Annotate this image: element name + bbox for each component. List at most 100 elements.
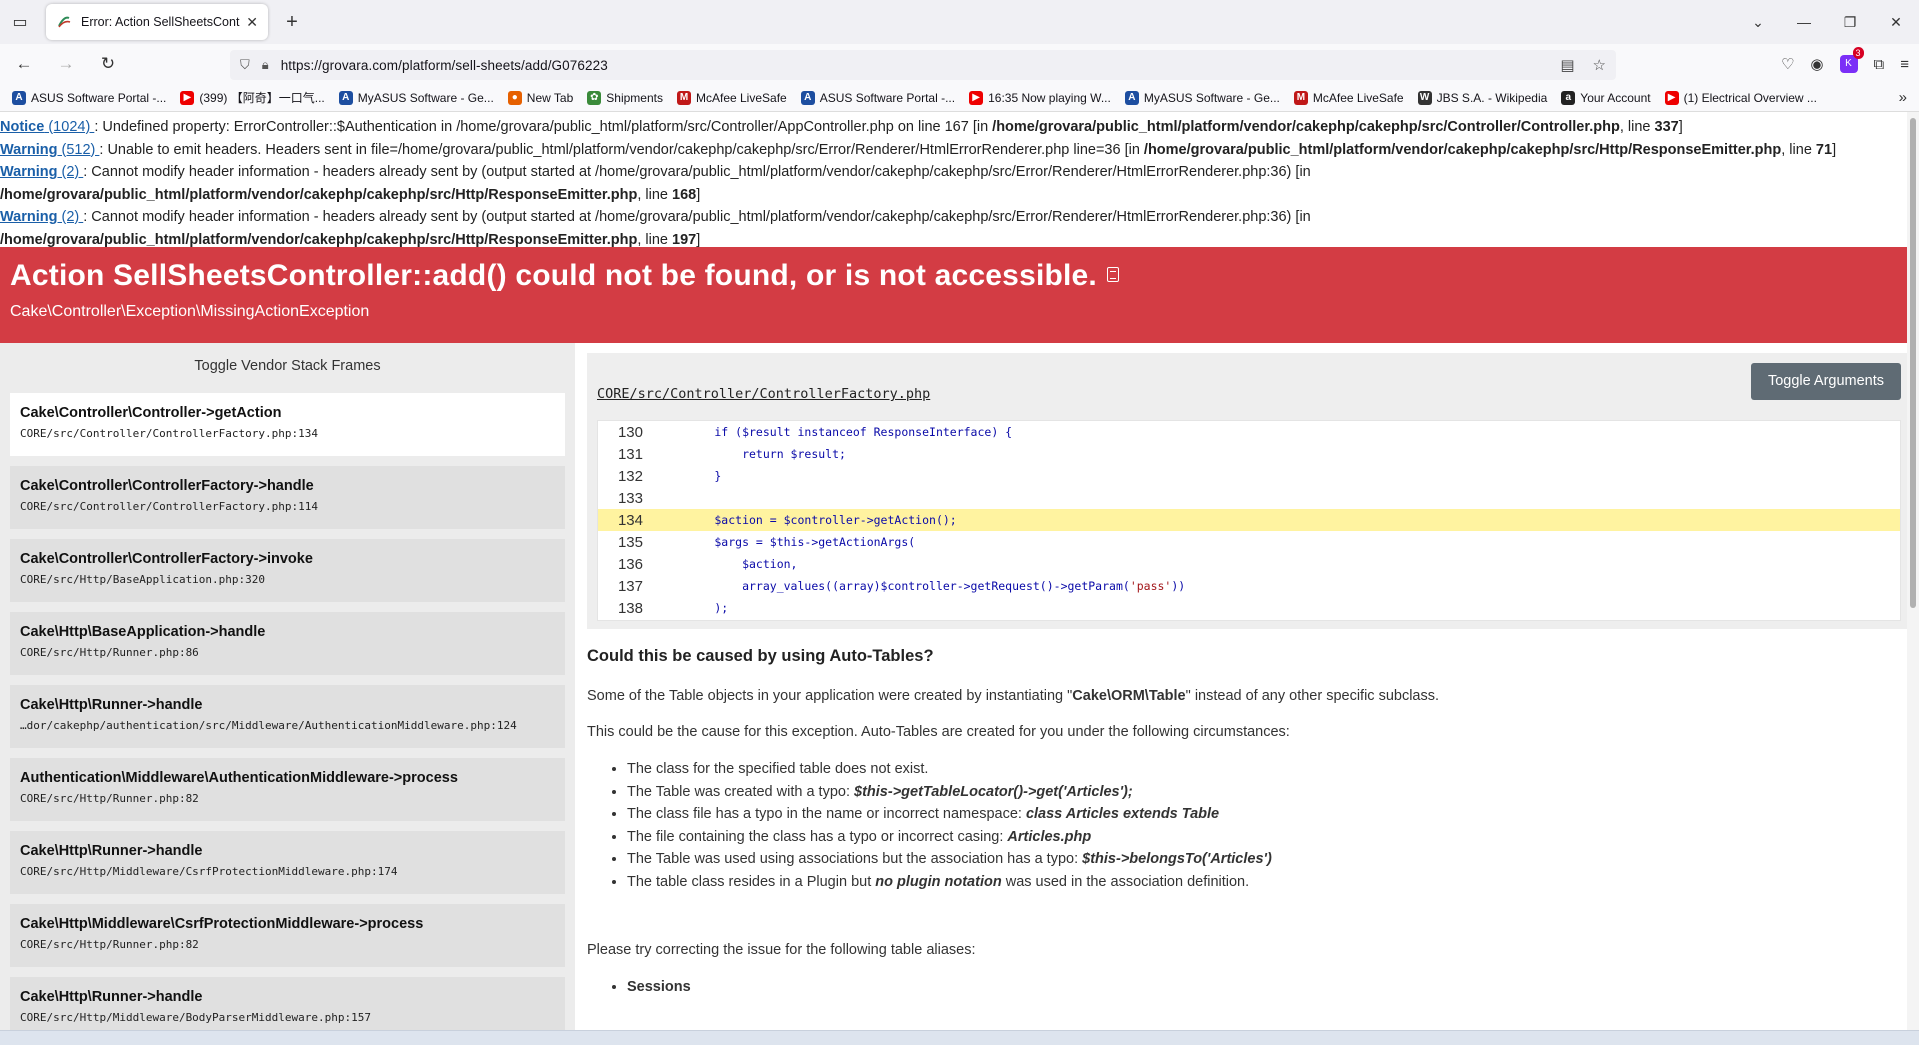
youtube-icon: ▶ (1664, 90, 1679, 105)
stack-frame-name: Cake\Http\Runner->handle (20, 843, 203, 859)
bookmark-item[interactable]: ✿ Shipments (587, 90, 663, 105)
notice-type: Warning (0, 164, 58, 180)
code-excerpt-panel: CORE/src/Controller/ControllerFactory.ph… (587, 353, 1907, 629)
page-scrollbar[interactable] (1907, 112, 1919, 1030)
extensions-puzzle-icon[interactable]: ⧉ (1874, 56, 1885, 73)
bookmark-item[interactable]: M McAfee LiveSafe (1293, 90, 1404, 105)
table-alias: Sessions (627, 976, 1887, 999)
stack-frame[interactable]: Cake\Http\Runner->handle CORE/src/Http/Mi… (10, 831, 565, 894)
close-window-icon[interactable]: ✕ (1873, 14, 1919, 31)
window-controls: ⌄ — ❐ ✕ (1735, 0, 1919, 44)
minimize-icon[interactable]: — (1781, 14, 1827, 30)
code-line: 135 $args = $this->getActionArgs( (598, 531, 1900, 553)
youtube-icon: ▶ (969, 90, 984, 105)
auto-tables-paragraph-2: This could be the cause for this excepti… (587, 724, 1290, 740)
bookmark-item[interactable]: M McAfee LiveSafe (676, 90, 787, 105)
line-number: 130 (617, 423, 643, 441)
stack-frame[interactable]: Cake\Http\Runner->handle CORE/src/Http/Mi… (10, 977, 565, 1030)
stack-frame-name: Cake\Controller\ControllerFactory->handl… (20, 478, 314, 494)
stack-frame[interactable]: Authentication\Middleware\Authentication… (10, 758, 565, 821)
new-tab-button[interactable]: + (274, 4, 310, 40)
site-favicon-icon (58, 16, 71, 28)
stack-frame-name: Authentication\Middleware\Authentication… (20, 770, 458, 786)
stack-frame-location: …dor/cakephp/authentication/src/Middlewa… (20, 719, 517, 732)
notice-type-link[interactable]: Warning (512) (0, 142, 99, 158)
bookmarks-overflow-icon[interactable]: » (1899, 89, 1907, 106)
mcafee-icon: M (1293, 90, 1308, 105)
code-text: array_values((array)$controller->getRequ… (659, 579, 1186, 593)
restore-icon[interactable]: ❐ (1827, 14, 1873, 31)
toggle-vendor-frames-button[interactable]: Toggle Vendor Stack Frames (0, 343, 575, 393)
notice-path: /home/grovara/public_html/platform/vendo… (0, 231, 638, 248)
notice-line-label: , line (637, 186, 672, 203)
bookmark-item[interactable]: ▶ (399) 【阿奇】一口气... (180, 89, 325, 106)
bookmark-item[interactable]: a Your Account (1561, 90, 1651, 105)
forward-icon[interactable]: → (48, 48, 84, 80)
back-icon[interactable]: ← (6, 48, 42, 80)
bookmark-item[interactable]: ▶ 16:35 Now playing W... (969, 90, 1111, 105)
code-text: $action, (659, 557, 798, 571)
error-title-text: Action SellSheetsController::add() could… (10, 259, 1097, 292)
stack-frame[interactable]: Cake\Controller\ControllerFactory->invok… (10, 539, 565, 602)
bookmark-item[interactable]: W JBS S.A. - Wikipedia (1417, 90, 1547, 105)
stack-frame-name: Cake\Http\Runner->handle (20, 697, 203, 713)
bookmark-item[interactable]: A MyASUS Software - Ge... (1124, 90, 1280, 105)
address-bar[interactable]: ⛉ 🔒︎ https://grovara.com/platform/sell-s… (230, 50, 1616, 80)
code-line: 138 ); (598, 597, 1900, 619)
bookmark-item[interactable]: A ASUS Software Portal -... (12, 90, 166, 105)
cause-example: $this->belongsTo('Articles') (1082, 851, 1272, 868)
error-title: Action SellSheetsController::add() could… (10, 259, 1897, 293)
wikipedia-icon: W (1417, 90, 1432, 105)
notice-line-label: , line (637, 231, 672, 248)
tab-overflow-chevron-icon[interactable]: ⌄ (1735, 14, 1781, 31)
cause-item: The table class resides in a Plugin but … (627, 871, 1887, 894)
stack-frame-location: CORE/src/Http/Middleware/BodyParserMiddl… (20, 1011, 371, 1024)
extension-badge-count: 3 (1852, 47, 1864, 59)
nav-bar: ← → ↻ ⛉ 🔒︎ https://grovara.com/platform/… (0, 44, 1919, 84)
scrollbar-thumb[interactable] (1910, 118, 1916, 608)
code-line: 131 return $result; (598, 443, 1900, 465)
active-tab[interactable]: Error: Action SellSheetsControll ✕ (46, 4, 268, 40)
code-line: 137 array_values((array)$controller->get… (598, 575, 1900, 597)
stack-frame-location: CORE/src/Http/Middleware/CsrfProtectionM… (20, 865, 398, 878)
bookmark-item[interactable]: A ASUS Software Portal -... (800, 90, 955, 105)
notice-type-link[interactable]: Notice (1024) (0, 119, 94, 135)
pocket-icon[interactable]: ♡ (1781, 55, 1794, 73)
menu-icon[interactable]: ≡ (1900, 56, 1909, 73)
bookmark-item[interactable]: ▶ (1) Electrical Overview ... (1664, 90, 1817, 105)
stack-frame[interactable]: Cake\Http\Runner->handle …dor/cakephp/aut… (10, 685, 565, 748)
code-string: 'pass' (1129, 579, 1172, 593)
lock-icon[interactable]: 🔒︎ (262, 57, 269, 73)
bookmark-label: MyASUS Software - Ge... (357, 90, 494, 105)
stack-frame-location: CORE/src/Controller/ControllerFactory.ph… (20, 500, 319, 513)
bookmark-star-icon[interactable]: ☆ (1593, 56, 1606, 74)
bookmark-item[interactable]: A MyASUS Software - Ge... (338, 90, 494, 105)
auto-tables-paragraph-1: Some of the Table objects in your applic… (587, 688, 1440, 704)
reader-view-icon[interactable]: ▤ (1560, 56, 1574, 74)
stack-frame[interactable]: Cake\Http\BaseApplication->handle CORE/sr… (10, 612, 565, 675)
notice-line: Warning (2) : Cannot modify header infor… (0, 206, 1907, 251)
bookmark-label: MyASUS Software - Ge... (1143, 90, 1280, 105)
toggle-arguments-button[interactable]: Toggle Arguments (1751, 363, 1901, 400)
notice-type-link[interactable]: Warning (2) (0, 209, 83, 225)
close-tab-icon[interactable]: ✕ (246, 14, 258, 31)
stack-frame-location: CORE/src/Http/Runner.php:82 (20, 938, 199, 951)
line-number: 131 (617, 445, 643, 463)
notice-type-link[interactable]: Warning (2) (0, 164, 83, 180)
notice-line-label: , line (1781, 141, 1816, 158)
page-content: Notice (1024) : Undefined property: Erro… (0, 112, 1907, 1030)
copy-icon[interactable] (1106, 266, 1119, 282)
notice-path: /home/grovara/public_html/platform/vendo… (992, 119, 1620, 135)
stack-frame[interactable]: Cake\Controller\Controller->getAction COR… (10, 393, 565, 456)
tracking-shield-icon[interactable]: ⛉ (240, 57, 250, 73)
bookmark-item[interactable]: ● New Tab (507, 90, 573, 105)
code-text: $args = $this->getActionArgs( (659, 535, 916, 549)
url-text[interactable]: https://grovara.com/platform/sell-sheets… (281, 58, 1561, 73)
stack-frame[interactable]: Cake\Http\Middleware\CsrfProtectionMiddl… (10, 904, 565, 967)
extension-icon[interactable]: K3 (1839, 47, 1864, 73)
account-icon[interactable]: ◉ (1810, 55, 1823, 73)
source-file-link[interactable]: CORE/src/Controller/ControllerFactory.ph… (597, 386, 930, 402)
tab-list-icon[interactable]: ▭ (0, 0, 40, 44)
stack-frame[interactable]: Cake\Controller\ControllerFactory->handl… (10, 466, 565, 529)
reload-icon[interactable]: ↻ (90, 48, 126, 80)
